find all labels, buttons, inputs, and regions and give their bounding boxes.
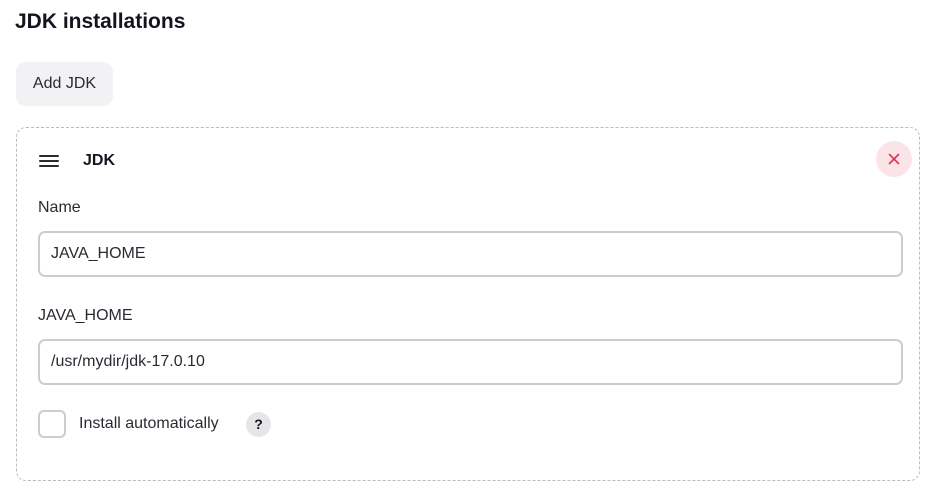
card-title: JDK (83, 152, 116, 169)
delete-jdk-button[interactable] (876, 141, 912, 177)
add-jdk-button[interactable]: Add JDK (16, 62, 113, 106)
section-title: JDK installations (15, 10, 186, 33)
java-home-label: JAVA_HOME (38, 307, 133, 324)
name-label: Name (38, 199, 81, 216)
install-automatically-label[interactable]: Install automatically (79, 413, 219, 435)
close-icon (888, 153, 900, 165)
install-automatically-checkbox[interactable] (38, 410, 66, 438)
java-home-input[interactable] (38, 339, 903, 385)
name-input[interactable] (38, 231, 903, 277)
jdk-card: JDK Name JAVA_HOME Install automatically… (16, 127, 920, 481)
jdk-installations-page: JDK installations Add JDK JDK Name JAVA_… (0, 0, 928, 497)
help-button[interactable]: ? (246, 412, 271, 437)
hamburger-menu-icon[interactable] (39, 153, 59, 169)
